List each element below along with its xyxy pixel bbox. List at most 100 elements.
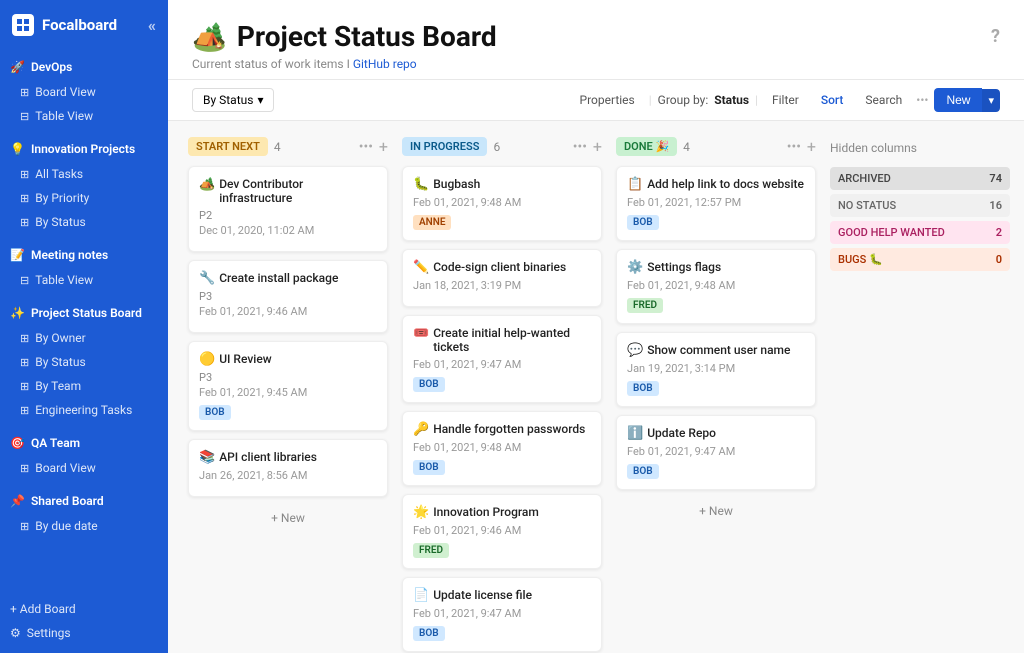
sidebar-item-by-status-project[interactable]: ⊞ By Status — [0, 350, 168, 374]
sidebar-item-by-priority[interactable]: ⊞ By Priority — [0, 186, 168, 210]
card-help-wanted[interactable]: 🎟️Create initial help-wanted tickets Feb… — [402, 315, 602, 403]
card-help-link[interactable]: 📋Add help link to docs website Feb 01, 2… — [616, 166, 816, 241]
card-dev-contributor[interactable]: 🏕️Dev Contributor infrastructure P2 Dec … — [188, 166, 388, 252]
card-date: Dec 01, 2020, 11:02 AM — [199, 224, 377, 237]
help-icon[interactable]: ? — [991, 26, 1000, 47]
card-update-repo[interactable]: ℹ️Update Repo Feb 01, 2021, 9:47 AM BOB — [616, 415, 816, 490]
sidebar-item-table-view-devops[interactable]: ⊟ Table View — [0, 104, 168, 128]
page-title-text: Project Status Board — [237, 20, 497, 53]
properties-button[interactable]: Properties — [572, 89, 643, 111]
sidebar-item-table-view-meeting[interactable]: ⊟ Table View — [0, 268, 168, 292]
column-header-done: DONE 🎉 4 ••• + — [616, 137, 816, 156]
collapse-sidebar-button[interactable]: « — [148, 16, 156, 35]
card-show-comment[interactable]: 💬Show comment user name Jan 19, 2021, 3:… — [616, 332, 816, 407]
card-title: 📄Update license file — [413, 588, 591, 603]
github-link[interactable]: GitHub repo — [353, 57, 417, 71]
sidebar-item-by-owner[interactable]: ⊞ By Owner — [0, 326, 168, 350]
sidebar-item-by-team[interactable]: ⊞ By Team — [0, 374, 168, 398]
card-date: Feb 01, 2021, 9:46 AM — [413, 524, 591, 537]
hidden-col-goodhelp[interactable]: GOOD HELP WANTED 2 — [830, 221, 1010, 244]
card-settings-flags[interactable]: ⚙️Settings flags Feb 01, 2021, 9:48 AM F… — [616, 249, 816, 324]
card-title: 🔑Handle forgotten passwords — [413, 422, 591, 437]
card-tag-bob: BOB — [627, 215, 659, 230]
nostatus-count: 16 — [989, 199, 1002, 212]
card-emoji: 🔑 — [413, 422, 429, 437]
board-view: START NEXT 4 ••• + 🏕️Dev Contributor inf… — [168, 121, 1024, 653]
card-forgotten-passwords[interactable]: 🔑Handle forgotten passwords Feb 01, 2021… — [402, 411, 602, 486]
start-next-count: 4 — [274, 140, 281, 154]
card-code-sign[interactable]: ✏️Code-sign client binaries Jan 18, 2021… — [402, 249, 602, 307]
sidebar-group-shared[interactable]: 📌 Shared Board — [0, 488, 168, 514]
sort-button[interactable]: Sort — [813, 89, 852, 111]
done-menu[interactable]: ••• — [787, 139, 801, 155]
card-date: Feb 01, 2021, 9:48 AM — [413, 441, 591, 454]
qa-label: QA Team — [31, 436, 80, 450]
start-next-new-button[interactable]: + New — [188, 505, 388, 531]
toolbar-separator: | — [649, 93, 652, 107]
in-progress-add-icon[interactable]: + — [593, 137, 602, 156]
app-name: Focalboard — [42, 16, 117, 34]
hidden-columns-panel: Hidden columns ARCHIVED 74 NO STATUS 16 … — [830, 137, 1010, 275]
card-update-license[interactable]: 📄Update license file Feb 01, 2021, 9:47 … — [402, 577, 602, 652]
start-next-menu[interactable]: ••• — [359, 139, 373, 155]
start-next-add-icon[interactable]: + — [379, 137, 388, 156]
done-badge: DONE 🎉 — [616, 137, 677, 156]
card-title: 🟡UI Review — [199, 352, 377, 367]
hidden-col-bugs[interactable]: BUGS 🐛 0 — [830, 248, 1010, 271]
sidebar-group-meeting[interactable]: 📝 Meeting notes — [0, 242, 168, 268]
card-innovation-program[interactable]: 🌟Innovation Program Feb 01, 2021, 9:46 A… — [402, 494, 602, 569]
page-header: 🏕️ Project Status Board ? Current status… — [168, 0, 1024, 80]
grid-icon: ⊞ — [20, 86, 29, 99]
card-title: ⚙️Settings flags — [627, 260, 805, 275]
card-title: ✏️Code-sign client binaries — [413, 260, 591, 275]
add-board-button[interactable]: + Add Board — [10, 597, 158, 621]
chevron-down-icon: ▾ — [257, 93, 263, 107]
card-title: 🐛Bugbash — [413, 177, 591, 192]
table-icon: ⊟ — [20, 274, 29, 287]
settings-icon: ⚙ — [10, 626, 21, 640]
search-button[interactable]: Search — [857, 89, 910, 111]
card-date: Feb 01, 2021, 12:57 PM — [627, 196, 805, 209]
card-tag-bob: BOB — [627, 381, 659, 396]
card-ui-review[interactable]: 🟡UI Review P3 Feb 01, 2021, 9:45 AM BOB — [188, 341, 388, 431]
bugs-label: BUGS 🐛 — [838, 253, 883, 266]
card-emoji: 🐛 — [413, 177, 429, 192]
card-emoji: 💬 — [627, 343, 643, 358]
settings-label: Settings — [27, 626, 71, 640]
new-item-button[interactable]: New — [934, 88, 982, 112]
done-new-button[interactable]: + New — [616, 498, 816, 524]
new-item-dropdown-button[interactable]: ▾ — [982, 89, 1000, 112]
card-api-client[interactable]: 📚API client libraries Jan 26, 2021, 8:56… — [188, 439, 388, 497]
card-date: Feb 01, 2021, 9:47 AM — [413, 358, 591, 371]
filter-button[interactable]: Filter — [764, 89, 807, 111]
card-bugbash[interactable]: 🐛Bugbash Feb 01, 2021, 9:48 AM ANNE — [402, 166, 602, 241]
innovation-emoji: 💡 — [10, 142, 25, 156]
done-add-icon[interactable]: + — [807, 137, 816, 156]
sidebar-item-all-tasks[interactable]: ⊞ All Tasks — [0, 162, 168, 186]
sidebar-group-devops[interactable]: 🚀 DevOps — [0, 54, 168, 80]
sidebar-item-by-status-innovation[interactable]: ⊞ By Status — [0, 210, 168, 234]
sidebar-group-qa[interactable]: 🎯 QA Team — [0, 430, 168, 456]
card-emoji: ✏️ — [413, 260, 429, 275]
sidebar-section-meeting: 📝 Meeting notes ⊟ Table View — [0, 238, 168, 296]
sidebar-item-board-view-qa[interactable]: ⊞ Board View — [0, 456, 168, 480]
board-view-qa-label: Board View — [35, 461, 96, 475]
sidebar-item-board-view-devops[interactable]: ⊞ Board View — [0, 80, 168, 104]
devops-emoji: 🚀 — [10, 60, 25, 74]
sidebar-item-engineering-tasks[interactable]: ⊞ Engineering Tasks — [0, 398, 168, 422]
by-status-project-label: By Status — [35, 355, 85, 369]
group-by-button[interactable]: By Status ▾ — [192, 88, 274, 112]
sidebar-item-by-due-date[interactable]: ⊞ By due date — [0, 514, 168, 538]
card-install-package[interactable]: 🔧Create install package P3 Feb 01, 2021,… — [188, 260, 388, 333]
meeting-emoji: 📝 — [10, 248, 25, 262]
card-date: Jan 19, 2021, 3:14 PM — [627, 362, 805, 375]
hidden-col-nostatus[interactable]: NO STATUS 16 — [830, 194, 1010, 217]
in-progress-menu[interactable]: ••• — [573, 139, 587, 155]
sidebar-group-project[interactable]: ✨ Project Status Board — [0, 300, 168, 326]
more-options-icon[interactable]: ••• — [916, 93, 928, 107]
all-tasks-label: All Tasks — [35, 167, 83, 181]
goodhelp-count: 2 — [996, 226, 1002, 239]
sidebar-group-innovation[interactable]: 💡 Innovation Projects — [0, 136, 168, 162]
hidden-col-archived[interactable]: ARCHIVED 74 — [830, 167, 1010, 190]
settings-button[interactable]: ⚙ Settings — [10, 621, 158, 645]
